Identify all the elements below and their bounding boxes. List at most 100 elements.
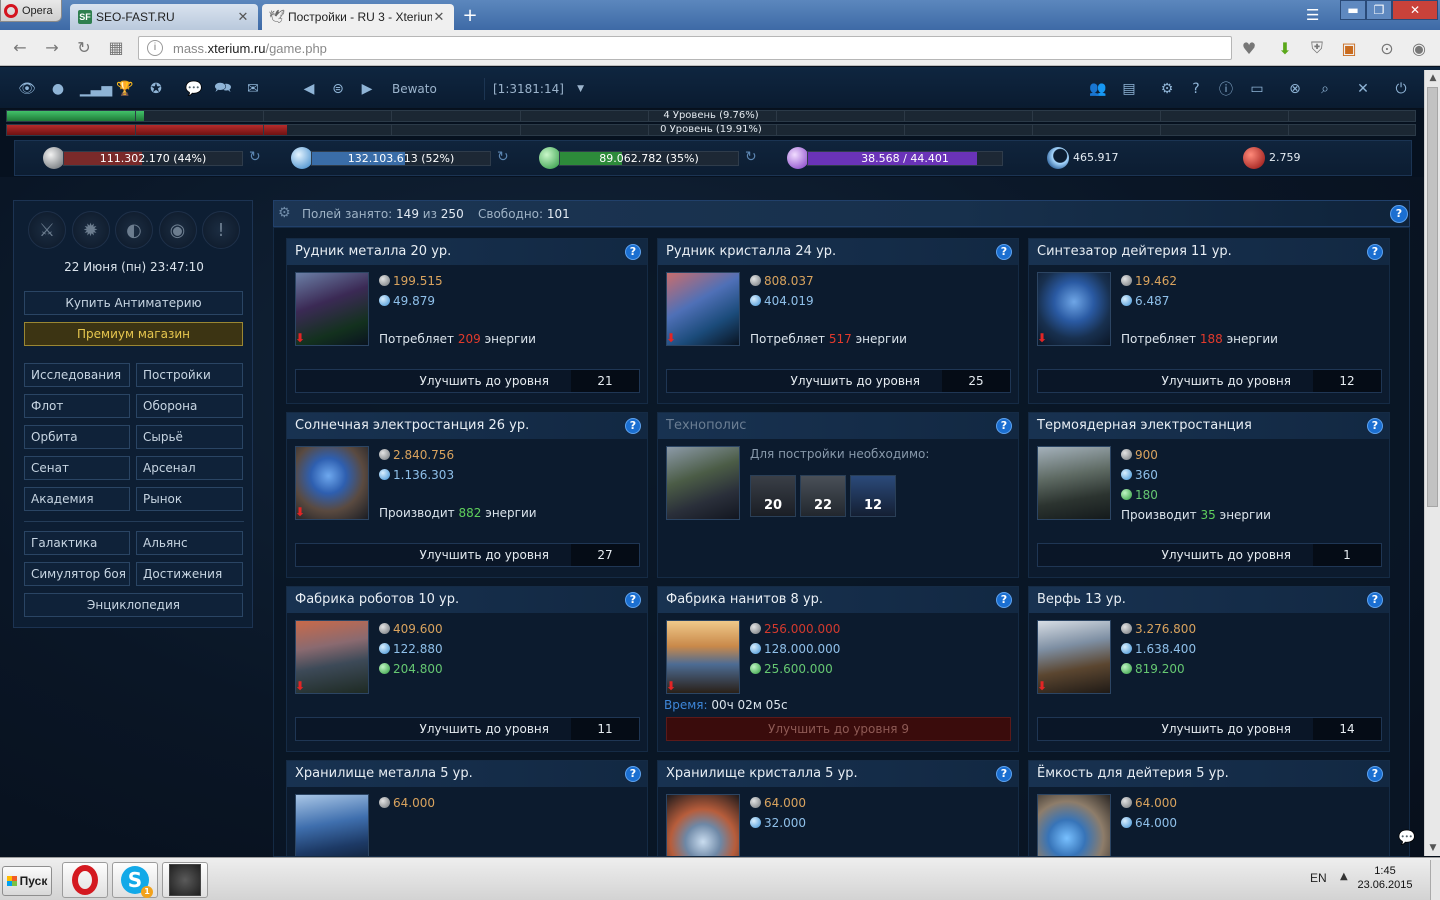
building-image[interactable]	[1037, 620, 1111, 694]
bookmark-heart-icon[interactable]: ♥	[1238, 37, 1260, 59]
menu-senate[interactable]: Сенат	[24, 456, 130, 480]
building-title[interactable]: Термоядерная электростанция	[1029, 413, 1389, 439]
crystal-refresh-icon[interactable]: ↻	[497, 149, 509, 165]
menu-buildings[interactable]: Постройки	[136, 363, 243, 387]
account-icon[interactable]: ◉	[1408, 37, 1430, 59]
close-window-icon[interactable]: ✕	[1392, 0, 1438, 20]
menu-academy[interactable]: Академия	[24, 487, 130, 511]
scroll-thumb[interactable]	[1427, 87, 1438, 507]
maximize-icon[interactable]: ❐	[1366, 0, 1392, 20]
menu-battle-simulator[interactable]: Симулятор боя	[24, 562, 130, 586]
buy-antimatter-button[interactable]: Купить Антиматерию	[24, 291, 243, 315]
taskbar-opera[interactable]	[62, 862, 108, 898]
help-icon[interactable]: ?	[1367, 418, 1383, 434]
building-title[interactable]: Ёмкость для дейтерия 5 ур.	[1029, 761, 1389, 787]
downgrade-arrow-icon[interactable]: ⬇	[295, 331, 305, 345]
settings-icon[interactable]: ⚙	[1156, 79, 1178, 99]
help-icon[interactable]: ?	[625, 592, 641, 608]
building-title[interactable]: Фабрика нанитов 8 ур.	[658, 587, 1018, 613]
overview-eye-icon[interactable]: 👁	[16, 79, 38, 99]
building-image[interactable]	[295, 272, 369, 346]
upgrade-button[interactable]: Улучшить до уровня 12	[1037, 369, 1382, 393]
extension-icon[interactable]: ▣	[1338, 37, 1360, 59]
building-image[interactable]	[1037, 446, 1111, 520]
sword-icon[interactable]: ⚔	[28, 211, 66, 249]
close-tab-icon[interactable]: ✕	[432, 9, 446, 25]
menu-resources[interactable]: Сырьё	[136, 425, 243, 449]
chat-bubble-icon[interactable]: 💬	[1398, 830, 1415, 846]
planet-list-icon[interactable]: ⊜	[327, 79, 349, 99]
downloads-icon[interactable]: ⊙	[1376, 37, 1398, 59]
prev-planet-icon[interactable]: ◀	[298, 79, 320, 99]
planet-icon[interactable]: ◐	[115, 211, 153, 249]
download-extension-icon[interactable]: ⬇	[1274, 37, 1296, 59]
alliance-icon[interactable]: 👥	[1087, 79, 1109, 99]
system-clock[interactable]: 1:45 23.06.2015	[1352, 864, 1418, 892]
requirement-item[interactable]: 22	[800, 475, 846, 517]
help-icon[interactable]: ?	[625, 418, 641, 434]
building-title[interactable]: Солнечная электростанция 26 ур.	[287, 413, 647, 439]
building-title[interactable]: Рудник металла 20 ур.	[287, 239, 647, 265]
menu-encyclopedia[interactable]: Энциклопедия	[24, 593, 243, 617]
downgrade-arrow-icon[interactable]: ⬇	[666, 331, 676, 345]
mail-icon[interactable]: ✉	[242, 79, 264, 99]
menu-alliance[interactable]: Альянс	[136, 531, 243, 555]
page-info-icon[interactable]: i	[147, 40, 163, 56]
url-input[interactable]: i mass. xterium.ru/game.php	[138, 36, 1232, 60]
building-image[interactable]	[666, 794, 740, 856]
taskbar-game-app[interactable]	[162, 862, 208, 898]
page-scrollbar[interactable]: ▲ ▼	[1424, 70, 1440, 856]
shield-icon[interactable]: ⛨	[1306, 37, 1328, 59]
minimize-icon[interactable]: ▬	[1340, 0, 1366, 20]
menu-market[interactable]: Рынок	[136, 487, 243, 511]
forward-icon[interactable]: →	[42, 39, 62, 57]
building-title[interactable]: Фабрика роботов 10 ур.	[287, 587, 647, 613]
building-image[interactable]	[1037, 272, 1111, 346]
building-image[interactable]	[666, 272, 740, 346]
building-title[interactable]: Технополис	[658, 413, 1018, 439]
tab-menu-icon[interactable]: ☰	[1306, 6, 1319, 24]
help-icon[interactable]: ?	[625, 766, 641, 782]
help-icon[interactable]: ?	[625, 244, 641, 260]
eye-icon[interactable]: ◉	[158, 211, 197, 249]
menu-fleet[interactable]: Флот	[24, 394, 130, 418]
stats-icon[interactable]: ▁▃▅	[80, 79, 112, 99]
requirement-item[interactable]: 12	[850, 475, 896, 517]
alert-icon[interactable]: !	[202, 211, 240, 249]
building-image[interactable]	[1037, 794, 1111, 856]
empire-icon[interactable]: ●	[47, 79, 69, 99]
menu-galaxy[interactable]: Галактика	[24, 531, 130, 555]
upgrade-button[interactable]: Улучшить до уровня 11	[295, 717, 640, 741]
tray-expand-icon[interactable]: ▲	[1340, 871, 1348, 882]
next-planet-icon[interactable]: ▶	[356, 79, 378, 99]
taskbar-skype[interactable]: S1	[112, 862, 158, 898]
menu-achievements[interactable]: Достижения	[136, 562, 243, 586]
building-title[interactable]: Рудник кристалла 24 ур.	[658, 239, 1018, 265]
building-image[interactable]	[666, 446, 740, 520]
upgrade-button[interactable]: Улучшить до уровня 14	[1037, 717, 1382, 741]
metal-refresh-icon[interactable]: ↻	[249, 149, 261, 165]
start-button[interactable]: Пуск	[2, 866, 52, 896]
close-tab-icon[interactable]: ✕	[236, 9, 250, 25]
premium-shop-button[interactable]: Премиум магазин	[24, 322, 243, 346]
battle-icon[interactable]: ✹	[71, 211, 110, 249]
scroll-down-icon[interactable]: ▼	[1425, 840, 1440, 856]
medal-icon[interactable]: ✪	[145, 79, 167, 99]
browser-tab-seofast[interactable]: SF SEO-FAST.RU ✕	[70, 4, 258, 30]
downgrade-arrow-icon[interactable]: ⬇	[295, 679, 305, 693]
reload-icon[interactable]: ↻	[74, 39, 94, 57]
menu-research[interactable]: Исследования	[24, 363, 130, 387]
help-icon[interactable]: ?	[1367, 592, 1383, 608]
help-icon[interactable]: ?	[996, 244, 1012, 260]
building-image[interactable]	[295, 620, 369, 694]
screen-icon[interactable]: ▭	[1246, 79, 1268, 99]
chat-icon[interactable]: 💬	[183, 79, 205, 99]
trophy-icon[interactable]: 🏆	[114, 79, 136, 99]
browser-tab-xterium[interactable]: 🕊 Постройки - RU 3 - Xterium ✕	[262, 4, 454, 30]
upgrade-button[interactable]: Улучшить до уровня 1	[1037, 543, 1382, 567]
scroll-up-icon[interactable]: ▲	[1425, 70, 1440, 86]
support-icon[interactable]: ⊗	[1284, 79, 1306, 99]
help-icon[interactable]: ?	[1390, 205, 1408, 223]
upgrade-button-disabled[interactable]: Улучшить до уровня 9	[666, 717, 1011, 741]
upgrade-button[interactable]: Улучшить до уровня 21	[295, 369, 640, 393]
